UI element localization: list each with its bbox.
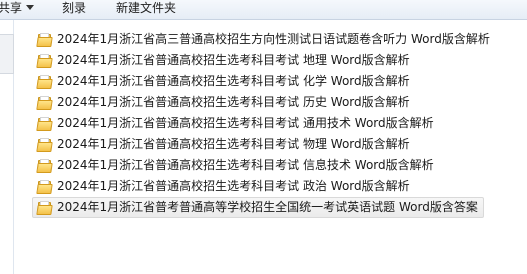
file-name: 2024年1月浙江省普通高校招生选考科目考试 地理 Word版含解析 [57, 53, 410, 67]
share-label: 共享 [0, 1, 23, 15]
navigation-pane[interactable] [0, 20, 14, 274]
folder-icon [36, 200, 53, 215]
folder-icon [36, 95, 53, 110]
file-name: 2024年1月浙江省普通高校招生选考科目考试 化学 Word版含解析 [57, 74, 410, 88]
dropdown-arrow-icon [26, 5, 35, 10]
file-list: 2024年1月浙江省高三普通高校招生方向性测试日语试题卷含听力 Word版含解析… [32, 29, 522, 218]
file-row[interactable]: 2024年1月浙江省普通高校招生选考科目考试 化学 Word版含解析 [32, 71, 492, 92]
file-row[interactable]: 2024年1月浙江省普通高校招生选考科目考试 地理 Word版含解析 [32, 50, 492, 71]
file-name: 2024年1月浙江省普考普通高等学校招生全国统一考试英语试题 Word版含答案 [57, 200, 478, 214]
file-row[interactable]: 2024年1月浙江省普通高校招生选考科目考试 物理 Word版含解析 [32, 134, 492, 155]
file-name: 2024年1月浙江省普通高校招生选考科目考试 信息技术 Word版含解析 [57, 158, 434, 172]
file-row[interactable]: 2024年1月浙江省普考普通高等学校招生全国统一考试英语试题 Word版含答案 [32, 197, 484, 218]
explorer-window: 共享 刻录 新建文件夹 2024年1月浙江省高三普通高校招生方向性测试日语试题卷… [0, 0, 527, 274]
command-bar: 共享 刻录 新建文件夹 [0, 0, 527, 20]
folder-icon [36, 32, 53, 47]
file-name: 2024年1月浙江省普通高校招生选考科目考试 历史 Word版含解析 [57, 95, 410, 109]
folder-icon [36, 137, 53, 152]
file-name: 2024年1月浙江省普通高校招生选考科目考试 物理 Word版含解析 [57, 137, 410, 151]
file-name: 2024年1月浙江省普通高校招生选考科目考试 政治 Word版含解析 [57, 179, 410, 193]
file-row[interactable]: 2024年1月浙江省普通高校招生选考科目考试 政治 Word版含解析 [32, 176, 492, 197]
share-button[interactable]: 共享 [0, 0, 35, 19]
burn-button[interactable]: 刻录 [62, 0, 86, 19]
file-name: 2024年1月浙江省高三普通高校招生方向性测试日语试题卷含听力 Word版含解析 [57, 32, 490, 46]
nav-pane-item[interactable] [0, 34, 14, 74]
folder-icon [36, 53, 53, 68]
file-row[interactable]: 2024年1月浙江省高三普通高校招生方向性测试日语试题卷含听力 Word版含解析 [32, 29, 492, 50]
folder-icon [36, 74, 53, 89]
folder-icon [36, 158, 53, 173]
file-row[interactable]: 2024年1月浙江省普通高校招生选考科目考试 信息技术 Word版含解析 [32, 155, 492, 176]
file-row[interactable]: 2024年1月浙江省普通高校招生选考科目考试 历史 Word版含解析 [32, 92, 492, 113]
folder-icon [36, 116, 53, 131]
file-name: 2024年1月浙江省普通高校招生选考科目考试 通用技术 Word版含解析 [57, 116, 434, 130]
folder-icon [36, 179, 53, 194]
new-folder-button[interactable]: 新建文件夹 [116, 0, 176, 19]
file-row[interactable]: 2024年1月浙江省普通高校招生选考科目考试 通用技术 Word版含解析 [32, 113, 492, 134]
